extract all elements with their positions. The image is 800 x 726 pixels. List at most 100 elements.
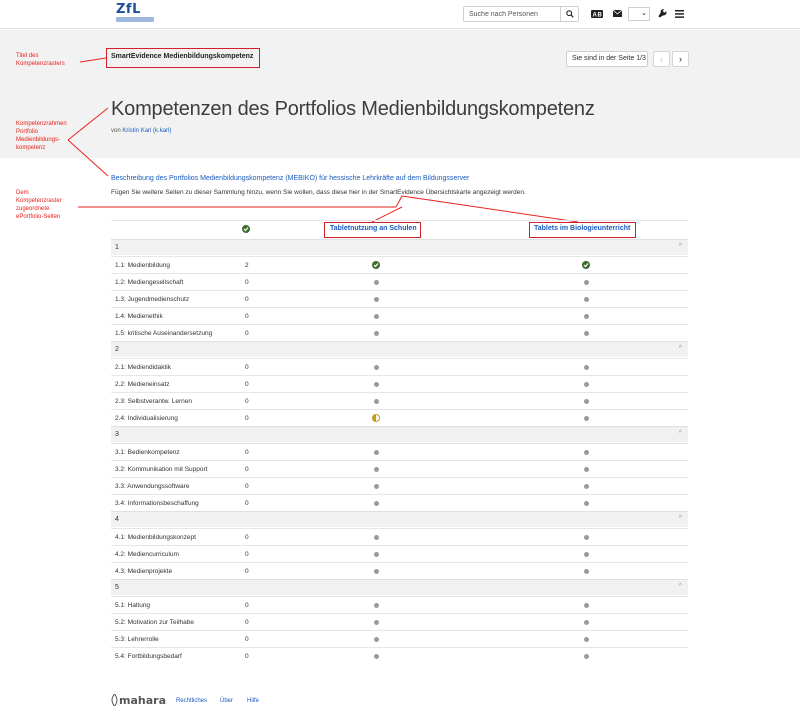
empty-status-dot[interactable]: [584, 450, 589, 455]
annotation-pages: Dem Kompetenzraster zugeordnete ePortfol…: [16, 190, 62, 220]
top-bar: ZfL AB ⌄: [0, 0, 800, 29]
evidence-count: 0: [245, 364, 249, 371]
evidence-count: 0: [245, 602, 249, 609]
empty-status-dot[interactable]: [584, 331, 589, 336]
byline-prefix: von: [111, 128, 121, 134]
empty-status-dot[interactable]: [374, 569, 379, 574]
chevron-up-icon[interactable]: ^: [679, 345, 682, 352]
evidence-count: 0: [245, 551, 249, 558]
chevron-up-icon[interactable]: ^: [679, 583, 682, 590]
completed-check-icon[interactable]: [372, 261, 380, 269]
wrench-icon[interactable]: [657, 8, 668, 19]
chevron-up-icon[interactable]: ^: [679, 430, 682, 437]
empty-status-dot[interactable]: [374, 535, 379, 540]
description-text: Fügen Sie weitere Seiten zu dieser Samml…: [111, 189, 526, 196]
section-number: 5: [115, 584, 119, 591]
logo-underline: [116, 17, 154, 22]
partial-status-icon[interactable]: [372, 414, 380, 422]
competency-label: 1.2: Mediengesellschaft: [115, 279, 184, 286]
empty-status-dot[interactable]: [584, 484, 589, 489]
empty-status-dot[interactable]: [374, 654, 379, 659]
table-row: 2.3: Selbstverantw. Lernen 0: [111, 392, 688, 409]
search-icon: [565, 10, 574, 18]
column-header-tabletnutzung[interactable]: Tabletnutzung an Schulen: [330, 225, 417, 232]
empty-status-dot[interactable]: [584, 382, 589, 387]
empty-status-dot[interactable]: [374, 382, 379, 387]
logo-text: ZfL: [116, 2, 141, 17]
empty-status-dot[interactable]: [584, 297, 589, 302]
empty-status-dot[interactable]: [584, 654, 589, 659]
section-number: 3: [115, 431, 119, 438]
language-icon[interactable]: AB: [591, 8, 603, 19]
menu-icon[interactable]: [674, 8, 684, 19]
search-button[interactable]: [560, 7, 578, 21]
empty-status-dot[interactable]: [374, 399, 379, 404]
zfl-logo[interactable]: ZfL: [116, 2, 154, 24]
mahara-logo-icon: [111, 693, 118, 707]
completed-check-icon[interactable]: [582, 261, 590, 269]
search-input[interactable]: [464, 7, 560, 21]
mail-icon[interactable]: [612, 8, 622, 19]
competency-label: 4.1: Medienbildungskonzept: [115, 534, 196, 541]
competency-label: 2.2: Medieneinsatz: [115, 381, 170, 388]
author-link[interactable]: Kristin Karl (k.karl): [122, 128, 171, 134]
empty-status-dot[interactable]: [374, 280, 379, 285]
competency-label: 2.4: Individualisierung: [115, 415, 178, 422]
empty-status-dot[interactable]: [374, 314, 379, 319]
page-title: Kompetenzen des Portfolios Medienbildung…: [111, 98, 595, 120]
empty-status-dot[interactable]: [374, 467, 379, 472]
chevron-up-icon[interactable]: ^: [679, 515, 682, 522]
column-header-biologie[interactable]: Tablets im Biologieunterricht: [534, 225, 630, 232]
next-page-button[interactable]: ›: [672, 51, 689, 67]
evidence-count: 0: [245, 636, 249, 643]
section-number: 2: [115, 346, 119, 353]
competency-label: 3.1: Bedienkompetenz: [115, 449, 180, 456]
empty-status-dot[interactable]: [374, 450, 379, 455]
empty-status-dot[interactable]: [584, 467, 589, 472]
empty-status-dot[interactable]: [584, 365, 589, 370]
empty-status-dot[interactable]: [584, 501, 589, 506]
description-link[interactable]: Beschreibung des Portfolios Medienbildun…: [111, 175, 469, 182]
table-row: 4.2: Mediencurriculum 0: [111, 545, 688, 562]
empty-status-dot[interactable]: [374, 637, 379, 642]
evidence-count: 0: [245, 296, 249, 303]
section-header[interactable]: 3 ^: [111, 426, 688, 442]
empty-status-dot[interactable]: [584, 314, 589, 319]
empty-status-dot[interactable]: [374, 484, 379, 489]
page-select[interactable]: Sie sind in der Seite 1/3: [566, 51, 648, 67]
section-header[interactable]: 1 ^: [111, 239, 688, 255]
empty-status-dot[interactable]: [584, 620, 589, 625]
empty-status-dot[interactable]: [584, 280, 589, 285]
empty-status-dot[interactable]: [374, 501, 379, 506]
chevron-down-icon: ⌄: [641, 10, 647, 17]
table-row: 2.2: Medieneinsatz 0: [111, 375, 688, 392]
table-row: 1.1: Medienbildung 2: [111, 256, 688, 273]
empty-status-dot[interactable]: [584, 637, 589, 642]
empty-status-dot[interactable]: [374, 331, 379, 336]
mahara-logo[interactable]: mahara: [111, 693, 166, 707]
empty-status-dot[interactable]: [584, 535, 589, 540]
empty-status-dot[interactable]: [374, 620, 379, 625]
empty-status-dot[interactable]: [374, 552, 379, 557]
empty-status-dot[interactable]: [374, 365, 379, 370]
table-row: 2.4: Individualisierung 0: [111, 409, 688, 426]
chevron-up-icon[interactable]: ^: [679, 243, 682, 250]
table-row: 1.5: kritische Auseinandersetzung 0: [111, 324, 688, 341]
footer-link-about[interactable]: Über: [220, 698, 233, 704]
empty-status-dot[interactable]: [584, 416, 589, 421]
footer-link-help[interactable]: Hilfe: [247, 698, 259, 704]
empty-status-dot[interactable]: [584, 552, 589, 557]
prev-page-button[interactable]: ‹: [653, 51, 670, 67]
section-header[interactable]: 5 ^: [111, 579, 688, 595]
evidence-count: 0: [245, 449, 249, 456]
user-menu[interactable]: ⌄: [628, 7, 650, 21]
empty-status-dot[interactable]: [584, 603, 589, 608]
section-header[interactable]: 2 ^: [111, 341, 688, 357]
footer-link-legal[interactable]: Rechtliches: [176, 698, 207, 704]
empty-status-dot[interactable]: [584, 569, 589, 574]
empty-status-dot[interactable]: [374, 297, 379, 302]
competency-label: 1.4: Medienethik: [115, 313, 163, 320]
empty-status-dot[interactable]: [584, 399, 589, 404]
section-header[interactable]: 4 ^: [111, 511, 688, 527]
empty-status-dot[interactable]: [374, 603, 379, 608]
